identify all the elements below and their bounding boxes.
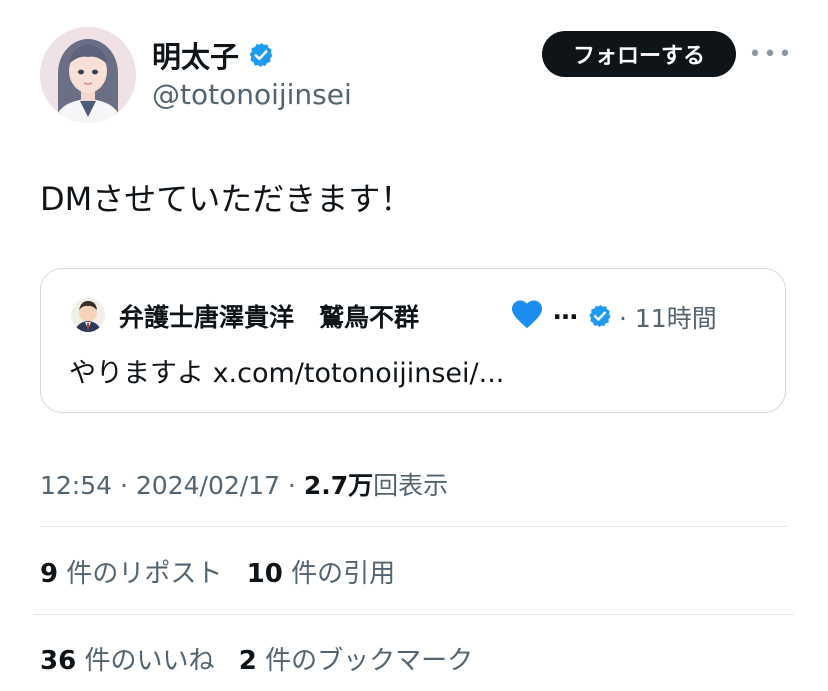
bookmarks-stat[interactable]: 2 件のブックマーク [239,646,473,676]
author-name-row[interactable]: 明太子 [152,34,275,76]
author-handle[interactable]: @totonoijinsei [152,78,352,111]
quoted-author-avatar [71,298,105,332]
tweet-meta: 12:54 · 2024/02/17 · 2.7万回表示 [40,466,448,502]
verified-badge-icon [249,42,273,68]
likes-stat[interactable]: 36 件のいいね [40,646,214,676]
tweet-time[interactable]: 12:54 [40,471,112,500]
stats-row-likes: 36 件のいいね 2 件のブックマーク [40,640,489,677]
reposts-count: 9 [40,559,59,589]
reposts-stat[interactable]: 9 件のリポスト [40,559,222,589]
tweet-text: DMさせていただきます！ [40,180,413,218]
views-label[interactable]: 回表示 [373,471,448,500]
quoted-verified-badge-icon [589,304,611,328]
author-avatar[interactable] [40,27,136,123]
follow-button[interactable]: フォローする [542,31,736,77]
quoted-tweet-card[interactable]: 弁護士唐澤貴洋 鷲鳥不群 … · 11時間 やりますよ x.com/totono… [40,268,786,413]
more-options-icon[interactable]: ••• [749,40,792,68]
quoted-name-ellipsis: … [553,296,578,325]
avatar-portrait [40,27,136,123]
quoted-tweet-time: · 11時間 [619,304,717,333]
divider [40,526,788,527]
likes-count: 36 [40,646,77,676]
quoted-tweet-text: やりますよ x.com/totonoijinsei/... [69,358,505,389]
reposts-label: 件のリポスト [66,559,223,589]
quoted-avatar-portrait [71,298,105,332]
blue-heart-icon [512,300,542,329]
stats-row-reposts: 9 件のリポスト 10 件の引用 [40,553,411,590]
author-display-name[interactable]: 明太子 [152,34,239,76]
bookmarks-count: 2 [238,646,257,676]
quoted-author-name: 弁護士唐澤貴洋 鷲鳥不群 [119,303,420,332]
divider [34,614,794,615]
quotes-count: 10 [246,559,283,589]
bookmarks-label: 件のブックマーク [265,646,474,676]
tweet-date[interactable]: · 2024/02/17 · [120,471,296,500]
views-count[interactable]: 2.7万 [304,471,373,500]
quotes-label: 件の引用 [291,559,396,589]
quotes-stat[interactable]: 10 件の引用 [247,559,395,589]
likes-label: 件のいいね [84,646,215,676]
